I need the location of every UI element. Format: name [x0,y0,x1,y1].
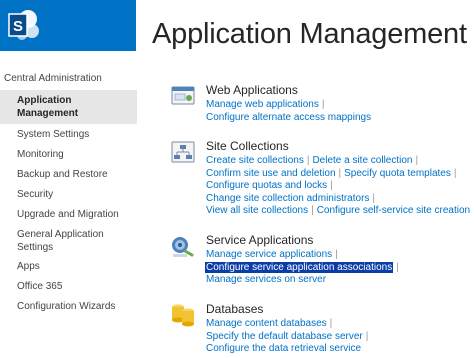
link-separator: | [329,318,333,329]
page-title: Application Management [152,18,467,50]
link-separator: | [396,261,399,273]
link-separator: | [453,167,457,179]
delete-a-site-collection-link[interactable]: Delete a site collection [312,155,412,166]
web-applications-heading[interactable]: Web Applications [206,83,371,98]
svg-text:S: S [13,18,23,35]
configure-quotas-and-locks-link[interactable]: Configure quotas and locks [206,180,327,191]
link-separator: | [311,205,314,216]
link-separator: | [372,192,376,204]
nav-item-office-365[interactable]: Office 365 [0,280,137,300]
sharepoint-icon: S [8,10,39,40]
create-site-collections-link[interactable]: Create site collections [206,155,304,166]
link-separator: | [321,99,325,110]
link-separator: | [338,167,342,179]
nav-item-backup-and-restore[interactable]: Backup and Restore [0,168,137,188]
configure-service-application-associations-link[interactable]: Configure service application associatio… [205,261,394,273]
nav-item-label: Application Management [17,95,79,119]
manage-content-databases-link[interactable]: Manage content databases [206,318,327,329]
service-applications-icon [172,237,194,257]
specify-default-database-server-link[interactable]: Specify the default database server [206,331,363,342]
databases-icon [172,304,194,327]
configure-alternate-access-mappings-link[interactable]: Configure alternate access mappings [206,112,371,123]
nav-item-label: General Application Settings [17,229,104,253]
configure-data-retrieval-service-link[interactable]: Configure the data retrieval service [206,343,361,354]
view-all-site-collections-link[interactable]: View all site collections [206,205,308,216]
nav-item-application-management[interactable]: Application Management [0,90,137,124]
site-collections-icon [171,141,195,163]
left-navigation: Application Management System Settings M… [0,90,137,320]
link-separator: | [365,330,369,342]
nav-item-configuration-wizards[interactable]: Configuration Wizards [0,300,137,320]
link-separator: | [415,155,419,166]
manage-services-on-server-link[interactable]: Manage services on server [206,274,326,285]
service-applications-heading[interactable]: Service Applications [206,233,402,248]
manage-web-applications-link[interactable]: Manage web applications [206,99,319,110]
link-separator: | [330,180,333,191]
nav-item-system-settings[interactable]: System Settings [0,128,137,148]
change-site-collection-administrators-link[interactable]: Change site collection administrators [206,193,369,204]
specify-quota-templates-link[interactable]: Specify quota templates [344,168,451,179]
link-separator: | [335,249,338,260]
manage-service-applications-link[interactable]: Manage service applications [206,249,332,260]
nav-item-security[interactable]: Security [0,188,137,208]
sharepoint-logo[interactable]: S [0,0,136,51]
site-collections-heading[interactable]: Site Collections [206,139,470,154]
nav-item-general-application-settings[interactable]: General Application Settings [0,228,137,260]
configure-self-service-site-creation-link[interactable]: Configure self-service site creation [317,205,470,216]
web-applications-icon [171,86,195,105]
nav-item-apps[interactable]: Apps [0,260,137,280]
confirm-site-use-and-deletion-link[interactable]: Confirm site use and deletion [206,168,336,179]
databases-heading[interactable]: Databases [206,302,371,317]
nav-item-upgrade-and-migration[interactable]: Upgrade and Migration [0,208,137,228]
nav-header-central-administration[interactable]: Central Administration [4,73,102,84]
nav-item-monitoring[interactable]: Monitoring [0,148,137,168]
